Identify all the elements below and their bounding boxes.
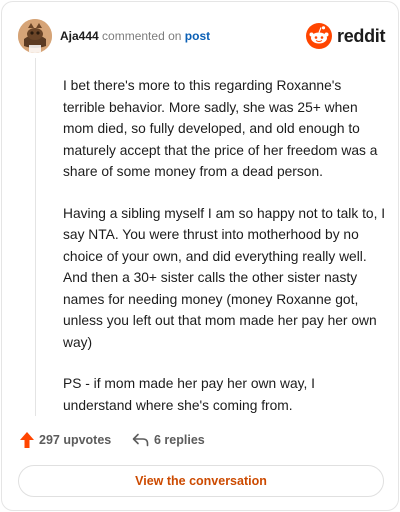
comment-header: Aja444 commented on post reddit <box>18 19 386 53</box>
upvote-arrow-icon <box>20 432 34 448</box>
author-name[interactable]: Aja444 <box>60 29 99 43</box>
commented-on-text: commented on <box>102 29 182 43</box>
comment-paragraph: I bet there's more to this regarding Rox… <box>63 78 378 179</box>
view-conversation-button[interactable]: View the conversation <box>18 465 384 497</box>
avatar[interactable] <box>18 19 52 53</box>
reply-arrow-icon <box>132 433 149 447</box>
reddit-snoo-icon <box>306 23 332 49</box>
avatar-illustration <box>18 19 52 53</box>
reddit-wordmark: reddit <box>337 26 386 46</box>
upvote-button[interactable]: 297 upvotes <box>20 430 111 450</box>
replies-button[interactable]: 6 replies <box>132 430 205 450</box>
thread-line <box>35 58 36 416</box>
reddit-logo[interactable]: reddit <box>306 21 386 51</box>
comment-actions: 297 upvotes 6 replies <box>20 430 320 450</box>
comment-paragraph: Having a sibling myself I am so happy no… <box>63 205 386 350</box>
comment-body: I bet there's more to this regarding Rox… <box>63 75 387 436</box>
post-link[interactable]: post <box>185 29 210 43</box>
comment-card: Aja444 commented on post reddit I bet th… <box>1 1 399 511</box>
reply-count: 6 replies <box>154 433 205 447</box>
comment-paragraph: PS - if mom made her pay her own way, I … <box>63 376 316 413</box>
upvote-count: 297 upvotes <box>39 433 112 447</box>
author-line: Aja444 commented on post <box>60 28 210 44</box>
